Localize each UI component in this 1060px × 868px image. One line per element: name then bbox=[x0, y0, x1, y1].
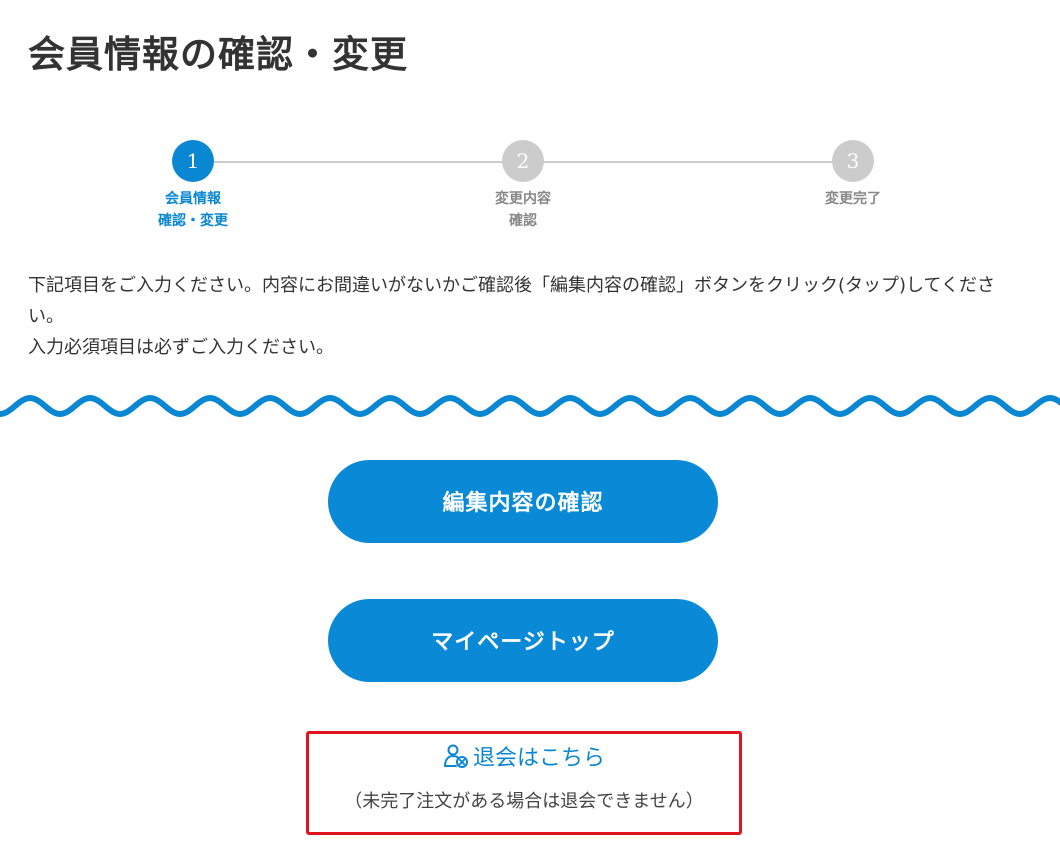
step-number-circle: 2 bbox=[502, 140, 544, 182]
progress-stepper: 1 会員情報 確認・変更 2 変更内容 確認 3 変更完了 bbox=[0, 140, 1060, 240]
withdraw-section: 退会はこちら （未完了注文がある場合は退会できません） bbox=[306, 731, 742, 835]
step-1: 1 会員情報 確認・変更 bbox=[113, 140, 273, 232]
step-number-circle: 1 bbox=[172, 140, 214, 182]
step-label: 変更内容 確認 bbox=[495, 191, 551, 229]
step-label: 会員情報 確認・変更 bbox=[158, 191, 228, 229]
instruction-text: 下記項目をご入力ください。内容にお間違いがないかご確認後「編集内容の確認」ボタン… bbox=[28, 275, 995, 327]
mypage-top-button[interactable]: マイページトップ bbox=[328, 599, 718, 682]
step-3: 3 変更完了 bbox=[773, 140, 933, 210]
withdraw-link-label: 退会はこちら bbox=[472, 746, 605, 771]
step-number-circle: 3 bbox=[832, 140, 874, 182]
user-remove-icon bbox=[443, 744, 468, 768]
withdraw-link[interactable]: 退会はこちら bbox=[309, 742, 739, 776]
step-2: 2 変更内容 確認 bbox=[443, 140, 603, 232]
confirm-edit-button[interactable]: 編集内容の確認 bbox=[328, 460, 718, 543]
wave-divider bbox=[0, 394, 1060, 418]
page-title: 会員情報の確認・変更 bbox=[28, 33, 408, 76]
step-label: 変更完了 bbox=[825, 191, 881, 207]
required-note: 入力必須項目は必ずご入力ください。 bbox=[28, 337, 334, 358]
instructions: 下記項目をご入力ください。内容にお間違いがないかご確認後「編集内容の確認」ボタン… bbox=[28, 270, 1028, 363]
page: 会員情報の確認・変更 1 会員情報 確認・変更 2 変更内容 確認 3 変更完了… bbox=[0, 0, 1060, 868]
withdraw-note: （未完了注文がある場合は退会できません） bbox=[344, 791, 704, 812]
